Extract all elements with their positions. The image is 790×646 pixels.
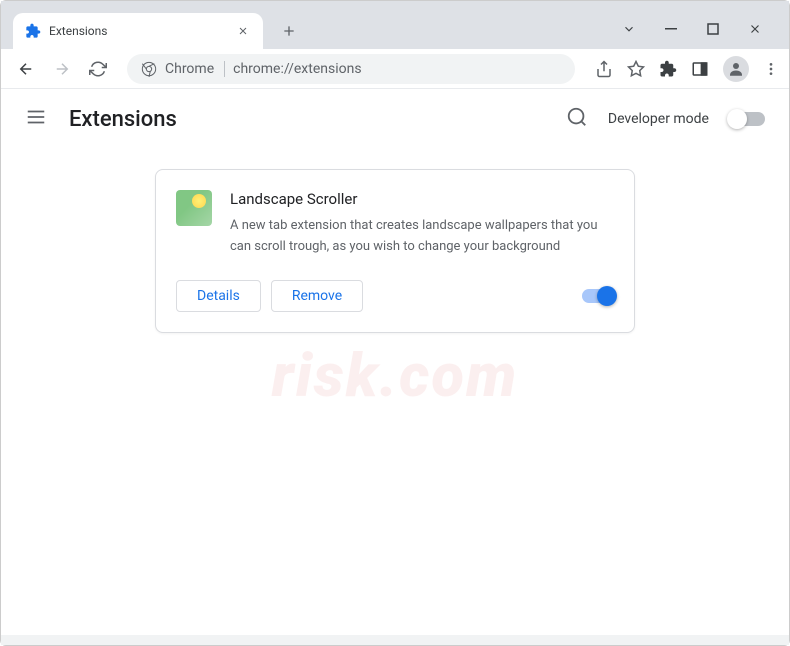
minimize-icon[interactable] [663, 21, 679, 37]
extension-app-icon [176, 190, 212, 226]
remove-button[interactable]: Remove [271, 280, 363, 312]
extensions-content: PC risk.com Landscape Scroller A new tab… [1, 149, 789, 333]
maximize-icon[interactable] [705, 21, 721, 37]
back-button[interactable] [11, 54, 41, 84]
extensions-header: Extensions Developer mode [1, 89, 789, 149]
side-panel-icon[interactable] [691, 60, 709, 78]
close-window-icon[interactable] [747, 21, 763, 37]
developer-mode-toggle[interactable] [729, 112, 765, 126]
horizontal-scrollbar[interactable] [1, 635, 789, 645]
extension-name: Landscape Scroller [230, 190, 614, 208]
extension-enable-toggle[interactable] [582, 289, 614, 303]
forward-button[interactable] [47, 54, 77, 84]
chevron-down-icon[interactable] [621, 21, 637, 37]
extensions-icon[interactable] [659, 60, 677, 78]
new-tab-button[interactable] [275, 17, 303, 45]
extension-description: A new tab extension that creates landsca… [230, 216, 614, 258]
bookmark-star-icon[interactable] [627, 60, 645, 78]
window-controls [621, 21, 781, 49]
developer-mode-label: Developer mode [608, 111, 709, 127]
url-text: chrome://extensions [233, 61, 361, 77]
watermark-bottom: risk.com [272, 340, 518, 411]
browser-toolbar: Chrome chrome://extensions [1, 49, 789, 89]
chrome-label: Chrome [141, 61, 225, 77]
chrome-text: Chrome [165, 61, 214, 77]
reload-button[interactable] [83, 54, 113, 84]
profile-avatar-icon[interactable] [723, 56, 749, 82]
close-tab-icon[interactable] [235, 23, 251, 39]
tab-title: Extensions [49, 24, 235, 38]
browser-tab[interactable]: Extensions [13, 13, 263, 49]
hamburger-menu-icon[interactable] [25, 106, 47, 132]
window-titlebar: Extensions [1, 1, 789, 49]
search-icon[interactable] [566, 106, 588, 132]
page-title: Extensions [69, 107, 177, 132]
puzzle-piece-icon [25, 23, 41, 39]
share-icon[interactable] [595, 60, 613, 78]
details-button[interactable]: Details [176, 280, 261, 312]
chrome-icon [141, 61, 157, 77]
extension-card: Landscape Scroller A new tab extension t… [155, 169, 635, 333]
address-bar[interactable]: Chrome chrome://extensions [127, 54, 575, 84]
menu-dots-icon[interactable] [763, 61, 779, 77]
